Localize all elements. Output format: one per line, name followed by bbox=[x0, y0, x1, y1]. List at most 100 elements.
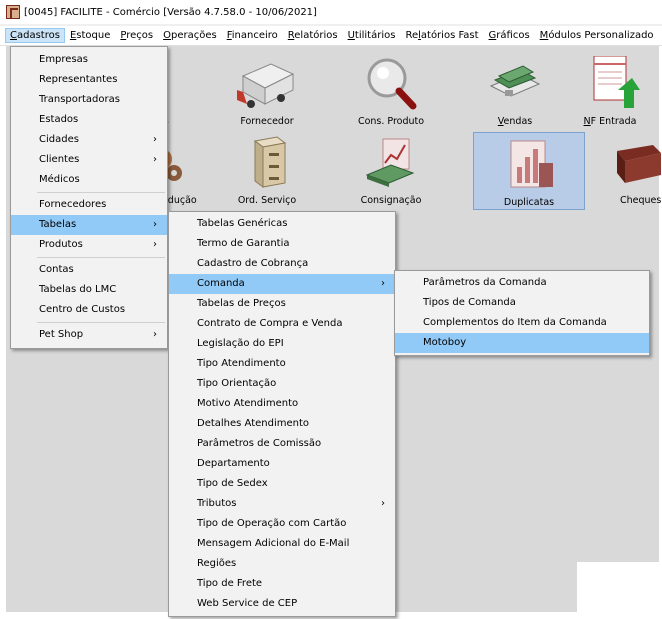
menu-item-tipo-atendimento[interactable]: Tipo Atendimento bbox=[169, 354, 395, 374]
menu-item-clientes[interactable]: Clientes › bbox=[11, 150, 167, 170]
shortcut-vendas[interactable]: Vendas bbox=[460, 54, 570, 128]
shortcut-nf-entrada-accel: N bbox=[583, 116, 591, 127]
shortcut-duplicatas-label: Duplicatas bbox=[503, 197, 555, 208]
menu-operacoes[interactable]: Operações bbox=[158, 28, 222, 43]
submenu-arrow-icon: › bbox=[153, 329, 157, 340]
menu-estoque-rest: stoque bbox=[76, 30, 111, 41]
menu-item-representantes[interactable]: Representantes bbox=[11, 70, 167, 90]
shortcut-cheques[interactable]: Cheques bbox=[596, 133, 662, 207]
file-cabinet-icon bbox=[253, 136, 287, 188]
menu-item-comanda[interactable]: Comanda › bbox=[169, 274, 395, 294]
menu-item-tipo-de-sedex[interactable]: Tipo de Sedex bbox=[169, 474, 395, 494]
menu-relatorios-fast-rest: atórios Fast bbox=[420, 30, 479, 41]
menu-precos[interactable]: Preços bbox=[115, 28, 158, 43]
menu-item-parametros-comanda[interactable]: Parâmetros da Comanda bbox=[395, 273, 649, 293]
menu-utilitarios-rest: tilitários bbox=[354, 30, 396, 41]
money-chart-icon bbox=[365, 138, 415, 187]
wallet-icon bbox=[617, 145, 661, 183]
menu-operacoes-accel: O bbox=[163, 30, 171, 41]
menu-estoque[interactable]: Estoque bbox=[65, 28, 115, 43]
menu-graficos-rest: ráficos bbox=[496, 30, 530, 41]
menu-item-centro-de-custos[interactable]: Centro de Custos bbox=[11, 300, 167, 320]
menu-item-contas[interactable]: Contas bbox=[11, 260, 167, 280]
shortcut-cons-produto[interactable]: Cons. Produto bbox=[336, 54, 446, 128]
menu-item-web-service-cep[interactable]: Web Service de CEP bbox=[169, 594, 395, 614]
nf-entry-icon bbox=[593, 56, 640, 108]
menu-relatorios[interactable]: Relatórios bbox=[283, 28, 343, 43]
menu-item-label: Parâmetros de Comissão bbox=[197, 438, 322, 449]
menu-item-label: Médicos bbox=[39, 174, 80, 185]
menu-item-mensagem-adicional-email[interactable]: Mensagem Adicional do E-Mail bbox=[169, 534, 395, 554]
menu-item-label: Contrato de Compra e Venda bbox=[197, 318, 343, 329]
menu-item-cidades[interactable]: Cidades › bbox=[11, 130, 167, 150]
shortcut-fornecedor-label: Fornecedor bbox=[240, 116, 294, 127]
shortcut-nf-entrada[interactable]: NF Entrada bbox=[555, 54, 662, 128]
menu-item-label: Web Service de CEP bbox=[197, 598, 298, 609]
shortcut-fornecedor[interactable]: Fornecedor bbox=[212, 54, 322, 128]
menu-item-fornecedores[interactable]: Fornecedores bbox=[11, 195, 167, 215]
menu-graficos[interactable]: Gráficos bbox=[484, 28, 535, 43]
menu-item-regioes[interactable]: Regiões bbox=[169, 554, 395, 574]
menu-item-tipo-de-frete[interactable]: Tipo de Frete bbox=[169, 574, 395, 594]
menu-modulos-rest: ódulos Personalizado bbox=[548, 30, 654, 41]
menu-item-complementos-item-comanda[interactable]: Complementos do Item da Comanda bbox=[395, 313, 649, 333]
shortcut-nf-entrada-rest: F Entrada bbox=[590, 116, 637, 127]
app-logo-icon bbox=[6, 5, 20, 19]
menu-operacoes-rest: perações bbox=[170, 30, 217, 41]
menu-item-contrato-compra-venda[interactable]: Contrato de Compra e Venda bbox=[169, 314, 395, 334]
menu-utilitarios[interactable]: Utilitários bbox=[343, 28, 401, 43]
menu-item-tabelas[interactable]: Tabelas › bbox=[11, 215, 167, 235]
menu-item-label: Tipo de Frete bbox=[197, 578, 263, 589]
menu-item-label: Legislação do EPI bbox=[197, 338, 284, 349]
menu-item-motivo-atendimento[interactable]: Motivo Atendimento bbox=[169, 394, 395, 414]
shortcut-cons-produto-label: Cons. Produto bbox=[357, 116, 425, 127]
shortcut-consignacao[interactable]: Consignação bbox=[336, 133, 446, 207]
menu-item-cadastro-de-cobranca[interactable]: Cadastro de Cobrança bbox=[169, 254, 395, 274]
menu-cadastros[interactable]: Cadastros bbox=[5, 28, 65, 43]
menu-separator bbox=[37, 192, 165, 193]
menu-item-medicos[interactable]: Médicos bbox=[11, 170, 167, 190]
menu-item-tributos[interactable]: Tributos › bbox=[169, 494, 395, 514]
shortcut-duplicatas[interactable]: Duplicatas bbox=[473, 132, 585, 210]
menu-item-produtos[interactable]: Produtos › bbox=[11, 235, 167, 255]
menu-item-label: Contas bbox=[39, 264, 74, 275]
menu-item-termo-de-garantia[interactable]: Termo de Garantia bbox=[169, 234, 395, 254]
menu-item-tabelas-genericas[interactable]: Tabelas Genéricas bbox=[169, 214, 395, 234]
menu-item-parametros-comissao[interactable]: Parâmetros de Comissão bbox=[169, 434, 395, 454]
menu-item-tipos-de-comanda[interactable]: Tipos de Comanda bbox=[395, 293, 649, 313]
menu-item-empresas[interactable]: Empresas bbox=[11, 50, 167, 70]
left-edge bbox=[0, 46, 6, 619]
menu-financeiro[interactable]: Financeiro bbox=[222, 28, 283, 43]
menu-item-label: Tabelas de Preços bbox=[197, 298, 286, 309]
shortcut-ord-servico[interactable]: Ord. Serviço bbox=[212, 133, 322, 207]
shortcut-consignacao-label: Consignação bbox=[360, 195, 422, 206]
submenu-arrow-icon: › bbox=[381, 278, 385, 289]
menu-item-label: Tabelas bbox=[39, 219, 77, 230]
menu-modulos-personalizado[interactable]: Módulos Personalizado bbox=[535, 28, 659, 43]
window-title: [0045] FACILITE - Comércio [Versão 4.7.5… bbox=[24, 6, 317, 18]
menu-utilitarios-accel: U bbox=[347, 30, 355, 41]
menu-item-tabelas-de-precos[interactable]: Tabelas de Preços bbox=[169, 294, 395, 314]
menu-item-label: Departamento bbox=[197, 458, 270, 469]
menu-item-label: Regiões bbox=[197, 558, 237, 569]
menu-item-detalhes-atendimento[interactable]: Detalhes Atendimento bbox=[169, 414, 395, 434]
menu-item-label: Clientes bbox=[39, 154, 80, 165]
menu-item-tipo-operacao-cartao[interactable]: Tipo de Operação com Cartão bbox=[169, 514, 395, 534]
menu-item-legislacao-epi[interactable]: Legislação do EPI bbox=[169, 334, 395, 354]
menu-item-label: Termo de Garantia bbox=[197, 238, 290, 249]
menu-item-label: Tipo Orientação bbox=[197, 378, 277, 389]
menu-separator bbox=[37, 257, 165, 258]
menu-item-tabelas-do-lmc[interactable]: Tabelas do LMC bbox=[11, 280, 167, 300]
menu-relatorios-fast[interactable]: Relatórios Fast bbox=[400, 28, 483, 43]
menu-item-tipo-orientacao[interactable]: Tipo Orientação bbox=[169, 374, 395, 394]
cash-icon bbox=[489, 65, 541, 97]
menu-item-transportadoras[interactable]: Transportadoras bbox=[11, 90, 167, 110]
shortcut-vendas-label: Vendas bbox=[460, 116, 570, 127]
menu-item-label: Motoboy bbox=[423, 337, 467, 348]
menu-item-motoboy[interactable]: Motoboy bbox=[395, 333, 649, 353]
menu-item-estados[interactable]: Estados bbox=[11, 110, 167, 130]
menu-cadastros-accel: C bbox=[10, 30, 17, 41]
menu-item-pet-shop[interactable]: Pet Shop › bbox=[11, 325, 167, 345]
menu-item-departamento[interactable]: Departamento bbox=[169, 454, 395, 474]
truck-icon bbox=[237, 63, 295, 108]
